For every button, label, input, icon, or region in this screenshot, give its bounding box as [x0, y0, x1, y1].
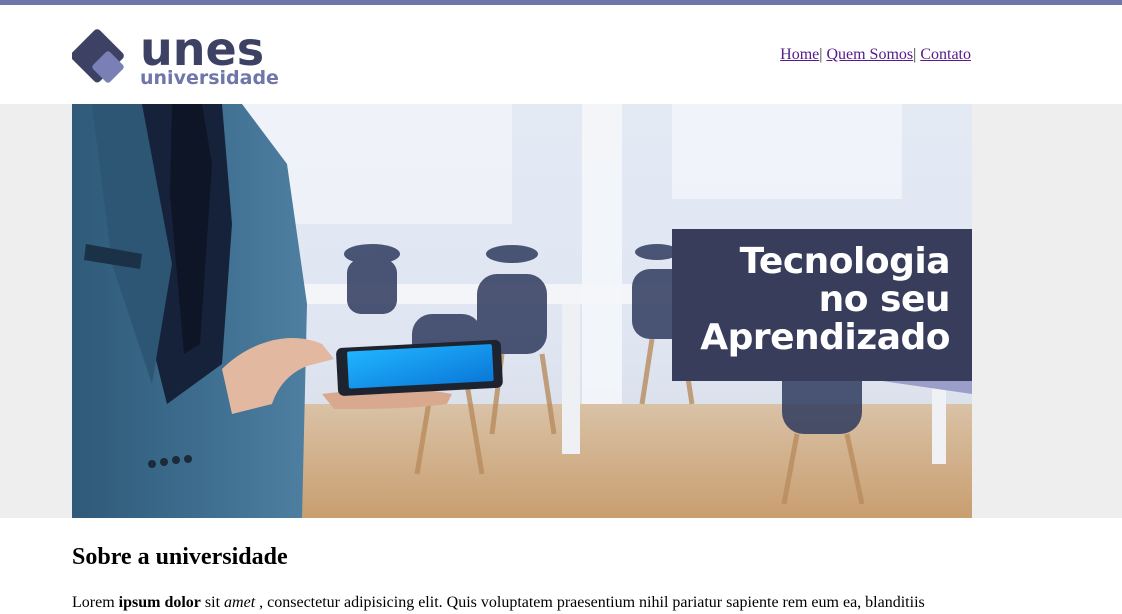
- nav-home-link[interactable]: Home: [780, 46, 819, 63]
- banner-caption-line-3: Aprendizado: [700, 317, 950, 358]
- nav-separator: |: [913, 46, 917, 63]
- banner-caption-line-2: no seu: [818, 279, 951, 320]
- about-bold-text: ipsum dolor: [118, 594, 201, 611]
- banner-caption-box: Tecnologia no seu Aprendizado: [672, 229, 972, 381]
- logo-tagline: universidade: [140, 67, 279, 87]
- hero-section: Tecnologia no seu Aprendizado: [0, 104, 1122, 518]
- about-title: Sobre a universidade: [72, 544, 288, 570]
- unes-logo[interactable]: unes universidade: [72, 25, 292, 87]
- banner-caption-line-1: Tecnologia: [739, 241, 951, 282]
- nav-separator: |: [819, 46, 823, 63]
- site-header: unes universidade Home| Quem Somos| Cont…: [0, 5, 1122, 104]
- about-text-3: , consectetur adipisicing elit. Quis vol…: [255, 594, 925, 611]
- about-text-2: sit: [200, 594, 225, 611]
- about-text-1: Lorem: [72, 594, 119, 611]
- nav-contato-link[interactable]: Contato: [920, 46, 971, 63]
- about-paragraph: Lorem ipsum dolor sit amet , consectetur…: [72, 593, 972, 613]
- nav-quem-somos-link[interactable]: Quem Somos: [826, 46, 913, 63]
- logo-mark-icon: unes universidade: [72, 25, 279, 87]
- about-italic-text: amet: [224, 594, 256, 611]
- main-nav: Home| Quem Somos| Contato: [780, 46, 971, 64]
- about-section: Sobre a universidade Lorem ipsum dolor s…: [72, 520, 972, 613]
- hero-banner-image: Tecnologia no seu Aprendizado: [72, 104, 972, 518]
